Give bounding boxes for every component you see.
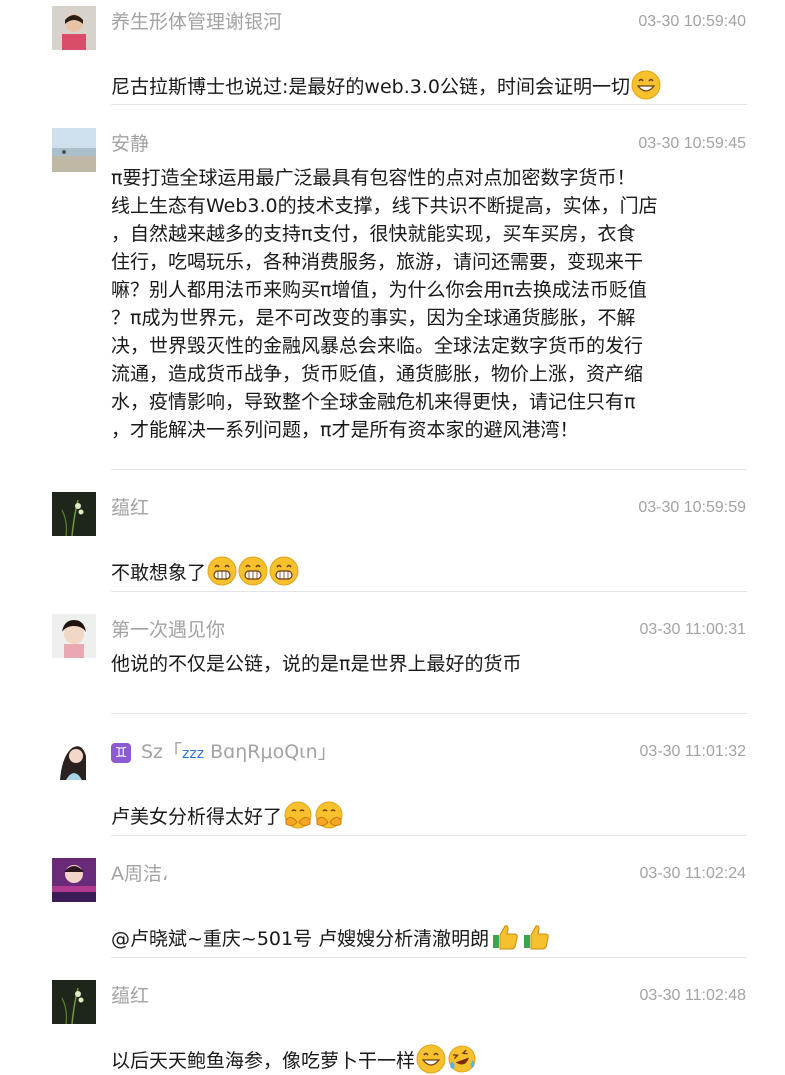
comment-text: 卢美女分析得太好了	[111, 772, 711, 831]
comment-time: 03-30 11:00:31	[639, 621, 746, 638]
divider	[111, 713, 747, 714]
comment-time: 03-30 11:02:48	[639, 987, 746, 1004]
comment-author-part: Sz「	[141, 741, 183, 763]
thumbs-up-icon	[521, 922, 551, 952]
comment-time: 03-30 10:59:59	[638, 499, 746, 516]
comment-author-part: BɑηRμoQιn」	[210, 741, 337, 763]
grin-emoji-icon	[269, 556, 299, 586]
avatar[interactable]	[52, 736, 96, 780]
comment-text-content: 尼古拉斯博士也说过:是最好的web.3.0公链，时间会证明一切	[111, 76, 630, 98]
comment-text-content: 不敢想象了	[111, 562, 207, 584]
comment-author[interactable]: 第一次遇见你	[111, 618, 225, 642]
comment-text: @卢晓斌~重庆~501号 卢嫂嫂分析清澈明朗	[111, 894, 711, 953]
grin-emoji-icon	[207, 556, 237, 586]
grin-emoji-icon	[416, 1044, 446, 1074]
comment-author[interactable]: ♊ Sz「zzz BɑηRμoQιn」	[111, 740, 337, 766]
divider	[111, 957, 747, 958]
grin-emoji-icon	[238, 556, 268, 586]
avatar[interactable]	[52, 492, 96, 536]
avatar[interactable]	[52, 6, 96, 50]
zzz-icon: zzz	[182, 746, 205, 762]
comment-author[interactable]: 安静	[111, 132, 149, 156]
gemini-icon: ♊	[111, 743, 131, 763]
avatar[interactable]	[52, 858, 96, 902]
comment-author[interactable]: 养生形体管理谢银河	[111, 10, 282, 34]
comment-text-content: @卢晓斌~重庆~501号 卢嫂嫂分析清澈明朗	[111, 928, 490, 950]
grin-emoji-icon	[631, 70, 661, 100]
comment-time: 03-30 10:59:45	[638, 135, 746, 152]
comment-time: 03-30 10:59:40	[638, 13, 746, 30]
divider	[111, 835, 747, 836]
comment-text: 他说的不仅是公链，说的是π是世界上最好的货币	[111, 653, 522, 675]
divider	[111, 591, 747, 592]
thumbs-up-icon	[490, 922, 520, 952]
comment-text-content: 以后天天鲍鱼海参，像吃萝卜干一样	[111, 1050, 416, 1072]
avatar[interactable]	[52, 980, 96, 1024]
comment-text: 以后天天鲍鱼海参，像吃萝卜干一样	[111, 1016, 711, 1075]
comment-author[interactable]: 蕴红	[111, 496, 149, 520]
comment-text-content: 卢美女分析得太好了	[111, 806, 283, 828]
comment-time: 03-30 11:02:24	[639, 865, 746, 882]
comment-text: π要打造全球运用最广泛最具有包容性的点对点加密数字货币！ 线上生态有Web3.0…	[111, 167, 658, 441]
laughing-tears-emoji-icon	[447, 1044, 477, 1074]
divider	[111, 469, 747, 470]
comment-author[interactable]: A周洁،	[111, 862, 168, 886]
divider	[111, 104, 747, 105]
comment-author[interactable]: 蕴红	[111, 984, 149, 1008]
clapping-emoji-icon	[283, 800, 313, 830]
comment-time: 03-30 11:01:32	[639, 743, 746, 760]
comment-text: 尼古拉斯博士也说过:是最好的web.3.0公链，时间会证明一切	[111, 42, 711, 101]
avatar[interactable]	[52, 614, 96, 658]
clapping-emoji-icon	[314, 800, 344, 830]
avatar[interactable]	[52, 128, 96, 172]
comment-text: 不敢想象了	[111, 528, 711, 587]
